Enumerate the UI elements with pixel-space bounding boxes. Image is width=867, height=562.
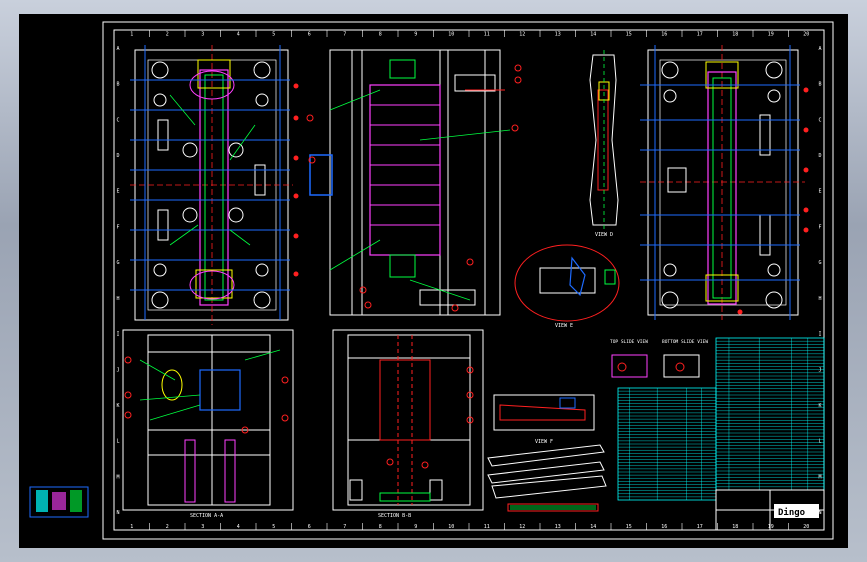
section-aa-view: SECTION A-A — [122, 329, 294, 519]
grid-column-number-bottom: 11 — [484, 524, 490, 530]
grid-column-number-bottom: 9 — [414, 524, 417, 530]
grid-row-letter-left: M — [116, 474, 119, 480]
grid-row-letter-left: K — [116, 403, 119, 409]
grid-column-number-top: 12 — [519, 32, 525, 38]
grid-row-letter-right: L — [818, 439, 821, 445]
main-section-view — [306, 49, 522, 316]
grid-row-letter-right: G — [818, 260, 821, 266]
grid-row-letter-left: H — [116, 296, 119, 302]
grid-column-number-bottom: 17 — [697, 524, 703, 530]
grid-row-letter-right: H — [818, 296, 821, 302]
grid-row-letter-left: G — [116, 260, 119, 266]
grid-row-letter-right: K — [818, 403, 821, 409]
grid-row-letter-left: A — [116, 46, 119, 52]
slide-views: TOP SLIDE VIEW BOTTOM SLIDE VIEW — [610, 339, 708, 378]
grid-column-number-bottom: 14 — [590, 524, 596, 530]
grid-column-number-top: 7 — [343, 32, 346, 38]
section-bb-view: SECTION B-B — [332, 329, 484, 519]
grid-row-letter-right: D — [818, 153, 821, 159]
bottom-slide-view-label: BOTTOM SLIDE VIEW — [662, 339, 708, 345]
grid-row-letter-left: C — [116, 117, 119, 123]
grid-column-number-bottom: 2 — [166, 524, 169, 530]
grid-column-number-top: 10 — [448, 32, 454, 38]
grid-column-number-bottom: 19 — [768, 524, 774, 530]
grid-row-letter-left: J — [116, 367, 119, 373]
grid-column-number-bottom: 7 — [343, 524, 346, 530]
grid-row-letter-right: A — [818, 46, 821, 52]
grid-column-number-bottom: 13 — [555, 524, 561, 530]
view-d-label: VIEW D — [595, 232, 613, 238]
cavity-plan-view — [640, 45, 809, 320]
grid-column-number-bottom: 16 — [661, 524, 667, 530]
grid-row-letter-left: L — [116, 439, 119, 445]
grid-column-number-top: 3 — [201, 32, 204, 38]
bill-of-materials-table — [617, 337, 825, 501]
mold-assembly-drawing[interactable]: 1122334455667788991010111112121313141415… — [0, 0, 867, 562]
grid-column-number-top: 19 — [768, 32, 774, 38]
grid-column-number-top: 14 — [590, 32, 596, 38]
grid-column-number-top: 17 — [697, 32, 703, 38]
grid-column-number-bottom: 10 — [448, 524, 454, 530]
grid-column-number-bottom: 15 — [626, 524, 632, 530]
grid-column-number-bottom: 6 — [308, 524, 311, 530]
grid-row-letter-right: J — [818, 367, 821, 373]
grid-row-letter-left: D — [116, 153, 119, 159]
grid-column-number-bottom: 4 — [237, 524, 240, 530]
grid-row-letter-left: E — [116, 189, 119, 195]
grid-row-letter-right: E — [818, 189, 821, 195]
grid-column-number-top: 15 — [626, 32, 632, 38]
grid-column-number-bottom: 8 — [379, 524, 382, 530]
ucs-icon — [29, 486, 89, 518]
section-bb-label: SECTION B-B — [378, 513, 411, 519]
grid-column-number-top: 2 — [166, 32, 169, 38]
grid-row-letter-left: F — [116, 224, 119, 230]
grid-row-letter-right: B — [818, 82, 821, 88]
grid-column-number-top: 16 — [661, 32, 667, 38]
grid-column-number-top: 20 — [803, 32, 809, 38]
grid-column-number-top: 8 — [379, 32, 382, 38]
grid-column-number-bottom: 5 — [272, 524, 275, 530]
grid-row-letter-right: I — [818, 332, 821, 338]
grid-column-number-bottom: 12 — [519, 524, 525, 530]
grid-column-number-top: 6 — [308, 32, 311, 38]
grid-row-letter-right: F — [818, 224, 821, 230]
view-d-detail: VIEW D — [589, 50, 619, 238]
cad-viewport[interactable]: 1 1 2 2 3 3 4 4 5 5 6 6 7 7 8 8 9 9 10 10 11 11 12 12 13 13 14 14 15… — [0, 0, 867, 562]
grid-column-number-top: 11 — [484, 32, 490, 38]
grid-column-number-top: 9 — [414, 32, 417, 38]
core-plan-view — [130, 45, 299, 325]
grid-column-number-top: 5 — [272, 32, 275, 38]
grid-column-number-top: 13 — [555, 32, 561, 38]
grid-row-letter-left: I — [116, 332, 119, 338]
grid-row-letter-left: B — [116, 82, 119, 88]
grid-column-number-bottom: 18 — [732, 524, 738, 530]
view-e-detail: VIEW E — [514, 244, 620, 329]
grid-column-number-bottom: 1 — [130, 524, 133, 530]
grid-row-letter-right: C — [818, 117, 821, 123]
grid-column-number-top: 4 — [237, 32, 240, 38]
view-e-label: VIEW E — [555, 323, 573, 329]
top-slide-view-label: TOP SLIDE VIEW — [610, 339, 648, 345]
section-aa-label: SECTION A-A — [190, 513, 223, 519]
grid-column-number-bottom: 20 — [803, 524, 809, 530]
view-f-detail: VIEW F — [487, 394, 607, 512]
view-f-label: VIEW F — [535, 439, 553, 445]
company-logo: Dingo — [778, 507, 805, 518]
grid-column-number-top: 1 — [130, 32, 133, 38]
grid-column-number-bottom: 3 — [201, 524, 204, 530]
grid-row-letter-left: N — [116, 510, 119, 516]
grid-column-number-top: 18 — [732, 32, 738, 38]
